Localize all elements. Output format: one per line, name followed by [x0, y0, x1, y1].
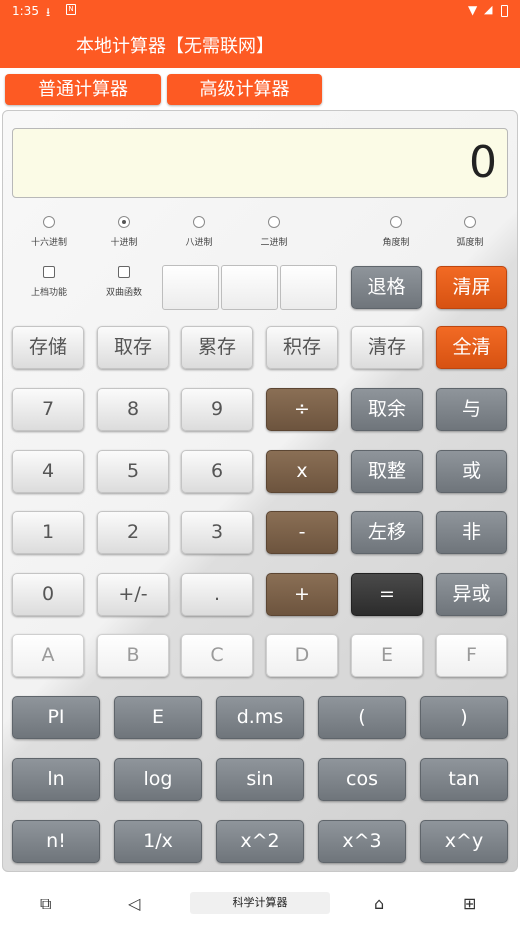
back-icon[interactable]: ◁ [128, 894, 140, 913]
cube-button[interactable]: x^3 [318, 820, 406, 863]
digit-3-button[interactable]: 3 [181, 511, 253, 554]
and-button[interactable]: 与 [436, 388, 507, 431]
memory-clear-button[interactable]: 清存 [351, 326, 423, 369]
memory-store-button[interactable]: 存储 [12, 326, 84, 369]
nav-title: 科学计算器 [190, 892, 330, 914]
digit-1-button[interactable]: 1 [12, 511, 84, 554]
hex-b-button[interactable]: B [97, 634, 169, 677]
integer-button[interactable]: 取整 [351, 450, 423, 493]
radio-dec-label: 十进制 [110, 238, 138, 248]
log-button[interactable]: log [114, 758, 202, 801]
download-icon: ⭳ [46, 5, 51, 19]
add-button[interactable]: + [266, 573, 338, 616]
open-paren-button[interactable]: ( [318, 696, 406, 739]
multiply-button[interactable]: x [266, 450, 338, 493]
sin-button[interactable]: sin [216, 758, 304, 801]
radio-dec[interactable] [118, 216, 130, 228]
memory-add-button[interactable]: 累存 [181, 326, 253, 369]
equals-button[interactable]: = [351, 573, 423, 616]
hex-e-button[interactable]: E [351, 634, 423, 677]
indicator-slot [162, 265, 219, 310]
dms-button[interactable]: d.ms [216, 696, 304, 739]
tab-basic-calculator[interactable]: 普通计算器 [5, 74, 161, 105]
backspace-button[interactable]: 退格 [351, 266, 422, 309]
apps-grid-icon[interactable]: ⊞ [463, 894, 476, 913]
status-bar: 1:35 ⭳ N ▼ ◢ [0, 0, 520, 24]
reciprocal-button[interactable]: 1/x [114, 820, 202, 863]
calculator-screen: 1:35 ⭳ N ▼ ◢ 本地计算器【无需联网】 普通计算器 高级计算器 0 十… [0, 0, 520, 926]
digit-6-button[interactable]: 6 [181, 450, 253, 493]
clear-all-button[interactable]: 全清 [436, 326, 507, 369]
digit-2-button[interactable]: 2 [97, 511, 169, 554]
radio-hex[interactable] [43, 216, 55, 228]
xor-button[interactable]: 异或 [436, 573, 507, 616]
digit-5-button[interactable]: 5 [97, 450, 169, 493]
radio-oct[interactable] [193, 216, 205, 228]
indicator-slot [221, 265, 278, 310]
bottom-navigation: ⧉ ◁ 科学计算器 ⌂ ⊞ [0, 880, 520, 926]
hex-d-button[interactable]: D [266, 634, 338, 677]
divide-button[interactable]: ÷ [266, 388, 338, 431]
hex-a-button[interactable]: A [12, 634, 84, 677]
modulo-button[interactable]: 取余 [351, 388, 423, 431]
cos-button[interactable]: cos [318, 758, 406, 801]
memory-recall-button[interactable]: 取存 [97, 326, 169, 369]
checkbox-hyperbolic[interactable] [118, 266, 130, 278]
result-display: 0 [12, 128, 508, 198]
home-icon[interactable]: ⌂ [374, 894, 384, 913]
subtract-button[interactable]: - [266, 511, 338, 554]
digit-9-button[interactable]: 9 [181, 388, 253, 431]
indicator-slot [280, 265, 337, 310]
radio-radian-label: 弧度制 [456, 238, 484, 248]
app-title: 本地计算器【无需联网】 [76, 36, 274, 57]
shift-left-button[interactable]: 左移 [351, 511, 423, 554]
digit-0-button[interactable]: 0 [12, 573, 84, 616]
radio-degree[interactable] [390, 216, 402, 228]
checkbox-shift-label: 上档功能 [30, 288, 67, 298]
memory-multiply-button[interactable]: 积存 [266, 326, 338, 369]
digit-4-button[interactable]: 4 [12, 450, 84, 493]
radio-degree-label: 角度制 [382, 238, 410, 248]
radio-hex-label: 十六进制 [30, 238, 67, 248]
checkbox-shift[interactable] [43, 266, 55, 278]
signal-icon: ◢ [484, 3, 493, 16]
not-button[interactable]: 非 [436, 511, 507, 554]
digit-8-button[interactable]: 8 [97, 388, 169, 431]
pi-button[interactable]: PI [12, 696, 100, 739]
app-bar: 本地计算器【无需联网】 [0, 24, 520, 68]
tab-advanced-calculator[interactable]: 高级计算器 [167, 74, 322, 105]
digit-7-button[interactable]: 7 [12, 388, 84, 431]
clear-screen-button[interactable]: 清屏 [436, 266, 507, 309]
screenshot-icon[interactable]: ⧉ [40, 894, 51, 914]
power-button[interactable]: x^y [420, 820, 508, 863]
sign-toggle-button[interactable]: +/- [97, 573, 169, 616]
close-paren-button[interactable]: ) [420, 696, 508, 739]
display-value: 0 [469, 137, 497, 188]
or-button[interactable]: 或 [436, 450, 507, 493]
radio-radian[interactable] [464, 216, 476, 228]
tan-button[interactable]: tan [420, 758, 508, 801]
wifi-icon: ▼ [468, 3, 478, 17]
radio-bin-label: 二进制 [260, 238, 288, 248]
nfc-icon: N [66, 4, 76, 15]
status-time: 1:35 [12, 4, 39, 18]
battery-icon [501, 5, 508, 17]
square-button[interactable]: x^2 [216, 820, 304, 863]
hex-c-button[interactable]: C [181, 634, 253, 677]
checkbox-hyperbolic-label: 双曲函数 [105, 288, 142, 298]
factorial-button[interactable]: n! [12, 820, 100, 863]
decimal-point-button[interactable]: . [181, 573, 253, 616]
radio-oct-label: 八进制 [185, 238, 213, 248]
hex-f-button[interactable]: F [436, 634, 507, 677]
radio-bin[interactable] [268, 216, 280, 228]
euler-e-button[interactable]: E [114, 696, 202, 739]
ln-button[interactable]: ln [12, 758, 100, 801]
